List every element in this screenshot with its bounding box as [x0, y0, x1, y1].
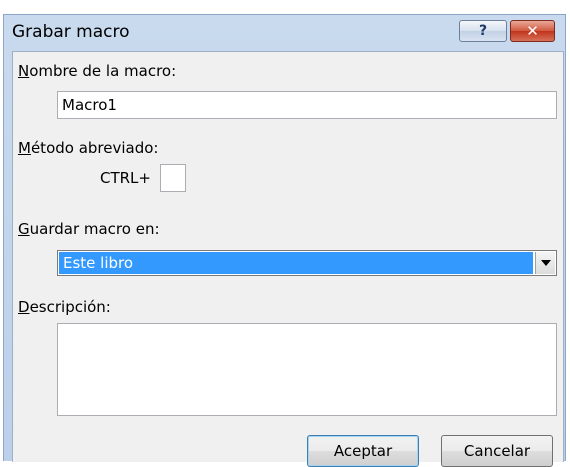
record-macro-dialog: Grabar macro ? ✕ Nombre de la macro: Mac…: [3, 14, 566, 467]
macro-name-label: Nombre de la macro:: [18, 62, 176, 80]
macro-name-label-text: ombre de la macro:: [29, 62, 177, 80]
shortcut-label: Método abreviado:: [18, 139, 158, 157]
store-in-label-text: uardar macro en:: [29, 220, 160, 238]
help-icon: ?: [478, 23, 488, 39]
description-mnemonic: D: [18, 298, 30, 316]
store-in-label: Guardar macro en:: [18, 220, 160, 238]
shortcut-label-text: étodo abreviado:: [30, 139, 159, 157]
macro-name-input[interactable]: Macro1: [57, 91, 557, 119]
help-button[interactable]: ?: [459, 20, 507, 42]
chevron-down-icon: [540, 260, 551, 266]
title-bar[interactable]: Grabar macro ? ✕: [4, 15, 565, 51]
ok-button[interactable]: Aceptar: [307, 435, 419, 467]
close-button[interactable]: ✕: [510, 20, 555, 42]
description-label-text: escripción:: [29, 298, 111, 316]
description-textarea[interactable]: [57, 323, 557, 416]
dialog-body: Nombre de la macro: Macro1 Método abrevi…: [12, 51, 564, 467]
shortcut-mnemonic: M: [18, 139, 31, 157]
dropdown-arrow-button[interactable]: [535, 252, 555, 274]
cancel-button[interactable]: Cancelar: [441, 435, 553, 467]
store-in-dropdown[interactable]: Este libro: [57, 250, 557, 276]
ctrl-prefix: CTRL+: [100, 169, 151, 187]
close-icon: ✕: [526, 22, 539, 40]
store-in-mnemonic: G: [18, 220, 30, 238]
dialog-title: Grabar macro: [12, 22, 130, 42]
store-in-selected[interactable]: Este libro: [59, 252, 533, 274]
description-label: Descripción:: [18, 298, 111, 316]
shortcut-key-input[interactable]: [160, 164, 186, 192]
macro-name-mnemonic: N: [18, 62, 30, 80]
